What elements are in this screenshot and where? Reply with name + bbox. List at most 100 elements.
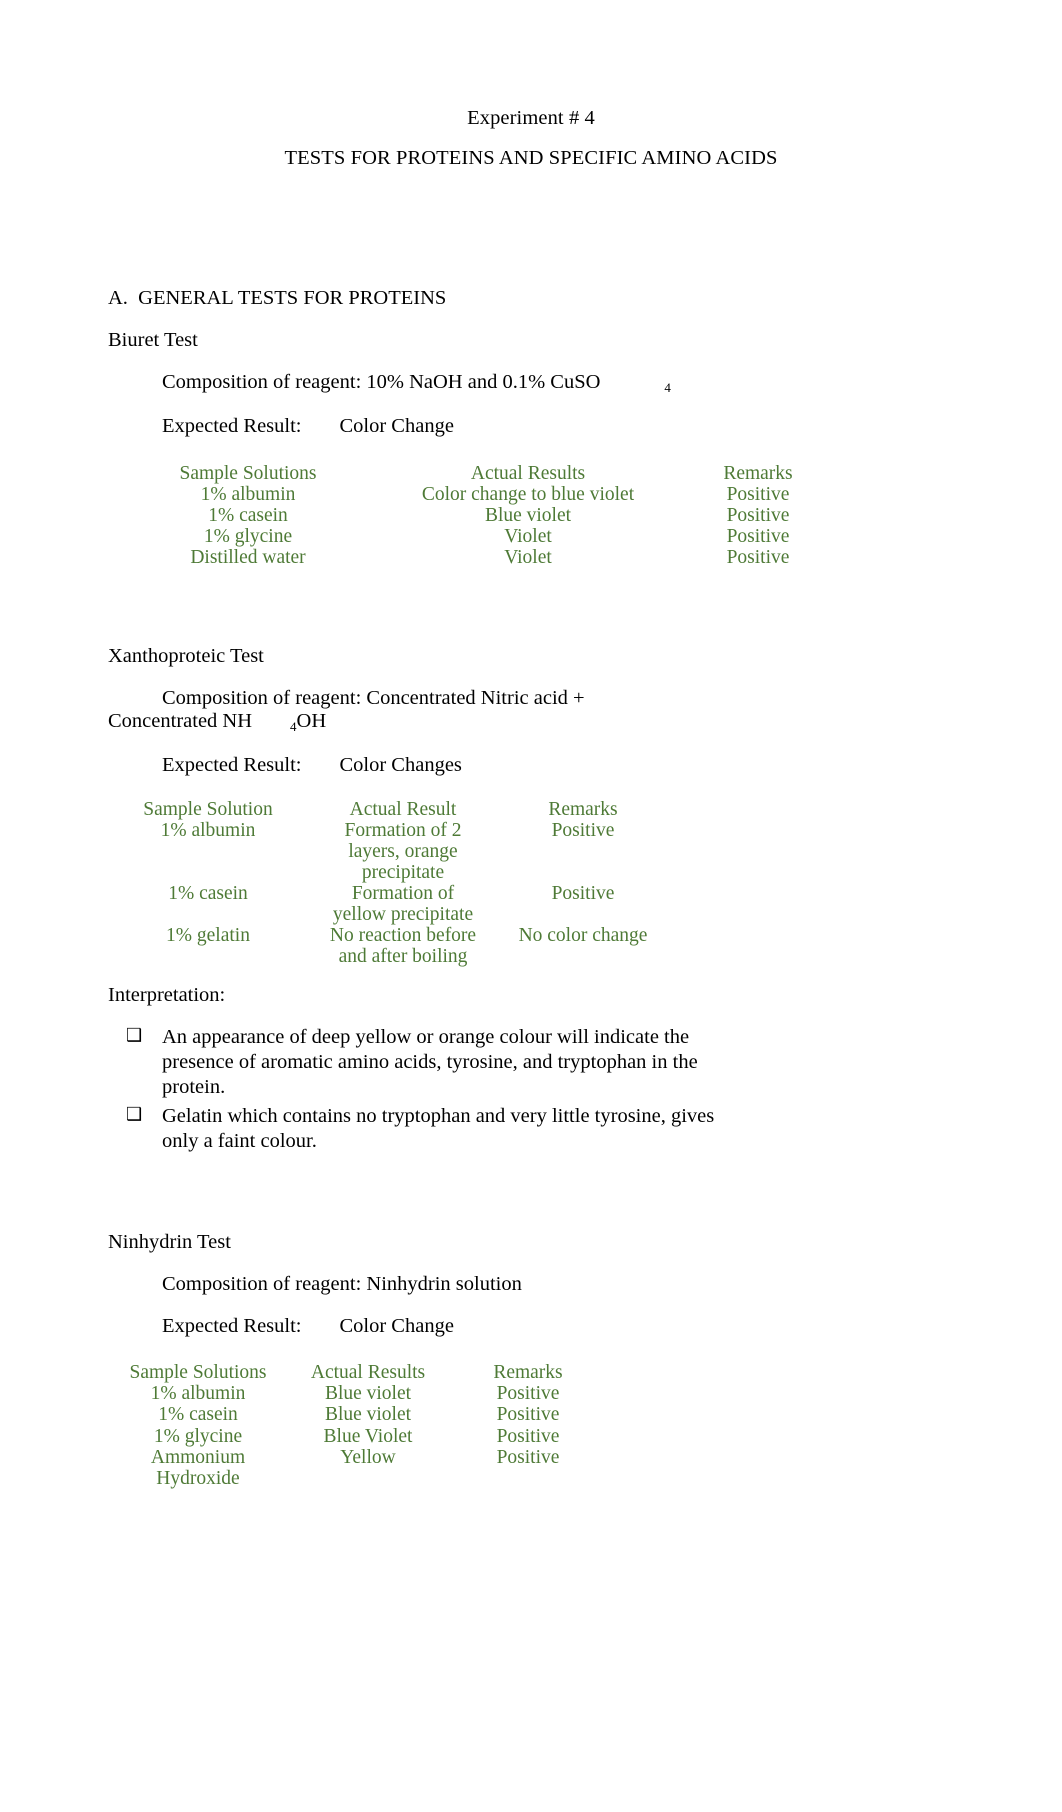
cell-remarks: Positive — [496, 1404, 560, 1426]
cell-result-line3: precipitate — [361, 862, 445, 884]
cell-result: No reaction before and after boiling — [308, 925, 498, 967]
cell-result: Blue violet — [324, 1383, 412, 1405]
cell-remarks: Positive — [726, 483, 790, 505]
document-subtitle: TESTS FOR PROTEINS AND SPECIFIC AMINO AC… — [284, 146, 778, 169]
bullet-square-icon: ❑ — [126, 1025, 143, 1046]
interpretation-bullet-list: ❑ An appearance of deep yellow or orange… — [108, 1025, 954, 1154]
cell-sample: 1% albumin — [160, 820, 256, 842]
table-row: Ammonium Hydroxide Yellow Positive — [108, 1447, 608, 1489]
ninhydrin-composition-line: Composition of reagent: Ninhydrin soluti… — [162, 1273, 522, 1296]
xanthoproteic-expected-result-line: Expected Result: Color Changes — [108, 754, 954, 777]
cell-sample: Ammonium Hydroxide — [108, 1447, 288, 1489]
cell-sample: 1% gelatin — [166, 925, 250, 947]
xanthoproteic-expected-label: Expected Result: — [162, 754, 302, 777]
cell-remarks: Positive — [551, 820, 615, 842]
cell-result: Yellow — [340, 1446, 396, 1468]
xanthoproteic-expected-value: Color Changes — [339, 754, 462, 777]
table-row: 1% albumin Color change to blue violet P… — [118, 484, 838, 505]
cell-sample: 1% casein — [208, 504, 288, 526]
cell-remarks: Positive — [496, 1383, 560, 1405]
cell-remarks: Positive — [726, 504, 790, 526]
ninhydrin-expected-label: Expected Result: — [162, 1315, 302, 1338]
biuret-results-table: Sample Solutions Actual Results Remarks … — [118, 463, 838, 568]
biuret-expected-result-line: Expected Result: Color Change — [108, 415, 954, 438]
column-header-sample: Sample Solutions — [129, 1362, 267, 1384]
cell-result: Formation of yellow precipitate — [308, 883, 498, 925]
cell-remarks: No color change — [518, 925, 648, 947]
biuret-expected-label: Expected Result: — [162, 414, 302, 437]
cell-remarks: Positive — [496, 1446, 560, 1468]
cell-result-line1: Formation of — [351, 883, 455, 905]
cell-result: Blue violet — [324, 1404, 412, 1426]
table-row: 1% glycine Blue Violet Positive — [108, 1426, 608, 1447]
cell-sample: 1% albumin — [150, 1383, 246, 1405]
list-item-text: An appearance of deep yellow or orange c… — [162, 1026, 698, 1099]
biuret-test-heading: Biuret Test — [108, 329, 198, 351]
table-row: 1% casein Blue violet Positive — [108, 1404, 608, 1425]
cell-remarks: Positive — [726, 547, 790, 569]
cell-sample: 1% glycine — [153, 1425, 243, 1447]
ninhydrin-expected-result-line: Expected Result: Color Change — [108, 1315, 954, 1338]
xanthoproteic-composition-suffix: OH — [296, 710, 327, 733]
table-header-row: Sample Solutions Actual Results Remarks — [118, 463, 838, 484]
cell-result-line2: and after boiling — [338, 946, 468, 968]
cell-result: Formation of 2 layers, orange precipitat… — [308, 820, 498, 883]
cell-result-line1: No reaction before — [329, 925, 477, 947]
cell-result-line2: layers, orange — [348, 841, 458, 863]
document-title: Experiment # 4 — [467, 107, 595, 129]
cell-result-line2: yellow precipitate — [332, 904, 474, 926]
cell-remarks: Positive — [551, 883, 615, 905]
cell-result: Color change to blue violet — [421, 483, 635, 505]
column-header-result: Actual Result — [349, 799, 457, 821]
table-row: 1% casein Blue violet Positive — [118, 505, 838, 526]
document-page: Experiment # 4 TESTS FOR PROTEINS AND SP… — [0, 0, 1062, 1812]
biuret-composition-line: Composition of reagent: 10% NaOH and 0.1… — [108, 371, 954, 396]
list-item: ❑ An appearance of deep yellow or orange… — [108, 1025, 742, 1100]
cell-sample: Distilled water — [190, 547, 306, 569]
column-header-remarks: Remarks — [493, 1362, 563, 1384]
cell-result: Blue violet — [484, 504, 572, 526]
list-item-text: Gelatin which contains no tryptophan and… — [162, 1105, 715, 1153]
list-item: ❑ Gelatin which contains no tryptophan a… — [108, 1104, 742, 1154]
column-header-remarks: Remarks — [548, 799, 618, 821]
cell-sample: 1% albumin — [200, 483, 296, 505]
interpretation-label: Interpretation: — [108, 984, 226, 1007]
xanthoproteic-composition-text: Concentrated NH — [108, 710, 253, 733]
cell-sample-line1: Ammonium — [150, 1446, 246, 1468]
table-row: 1% glycine Violet Positive — [118, 526, 838, 547]
table-row: 1% gelatin No reaction before and after … — [108, 925, 668, 967]
table-row: Distilled water Violet Positive — [118, 547, 838, 568]
column-header-remarks: Remarks — [723, 462, 793, 484]
table-header-row: Sample Solution Actual Result Remarks — [108, 799, 668, 820]
column-header-sample: Sample Solutions — [179, 462, 317, 484]
cell-sample: 1% casein — [168, 883, 248, 905]
cell-result: Blue Violet — [323, 1425, 413, 1447]
column-header-sample: Sample Solution — [143, 799, 273, 821]
cell-remarks: Positive — [496, 1425, 560, 1447]
table-row: 1% albumin Formation of 2 layers, orange… — [108, 820, 668, 883]
biuret-composition-subscript: 4 — [664, 379, 671, 395]
ninhydrin-results-table: Sample Solutions Actual Results Remarks … — [108, 1362, 608, 1488]
bullet-square-icon: ❑ — [126, 1104, 143, 1125]
xanthoproteic-results-table: Sample Solution Actual Result Remarks 1%… — [108, 799, 668, 967]
cell-remarks: Positive — [726, 526, 790, 548]
ninhydrin-expected-value: Color Change — [339, 1315, 454, 1338]
xanthoproteic-composition-line2: Concentrated NH 4OH — [108, 710, 954, 735]
xanthoproteic-composition-line1: Composition of reagent: Concentrated Nit… — [162, 687, 585, 710]
cell-sample: 1% casein — [158, 1404, 238, 1426]
document-body: Experiment # 4 TESTS FOR PROTEINS AND SP… — [108, 0, 954, 1489]
cell-result-line1: Formation of 2 — [344, 820, 462, 842]
cell-sample: 1% glycine — [203, 526, 293, 548]
column-header-result: Actual Results — [310, 1362, 426, 1384]
section-a-heading: A. GENERAL TESTS FOR PROTEINS — [108, 287, 447, 309]
cell-result: Violet — [504, 547, 552, 569]
biuret-composition-text: Composition of reagent: 10% NaOH and 0.1… — [162, 371, 601, 393]
table-header-row: Sample Solutions Actual Results Remarks — [108, 1362, 608, 1383]
ninhydrin-test-heading: Ninhydrin Test — [108, 1231, 231, 1254]
cell-sample-line2: Hydroxide — [156, 1467, 240, 1489]
table-row: 1% albumin Blue violet Positive — [108, 1383, 608, 1404]
table-row: 1% casein Formation of yellow precipitat… — [108, 883, 668, 925]
column-header-result: Actual Results — [470, 462, 586, 484]
cell-result: Violet — [504, 526, 552, 548]
biuret-expected-value: Color Change — [339, 414, 454, 437]
